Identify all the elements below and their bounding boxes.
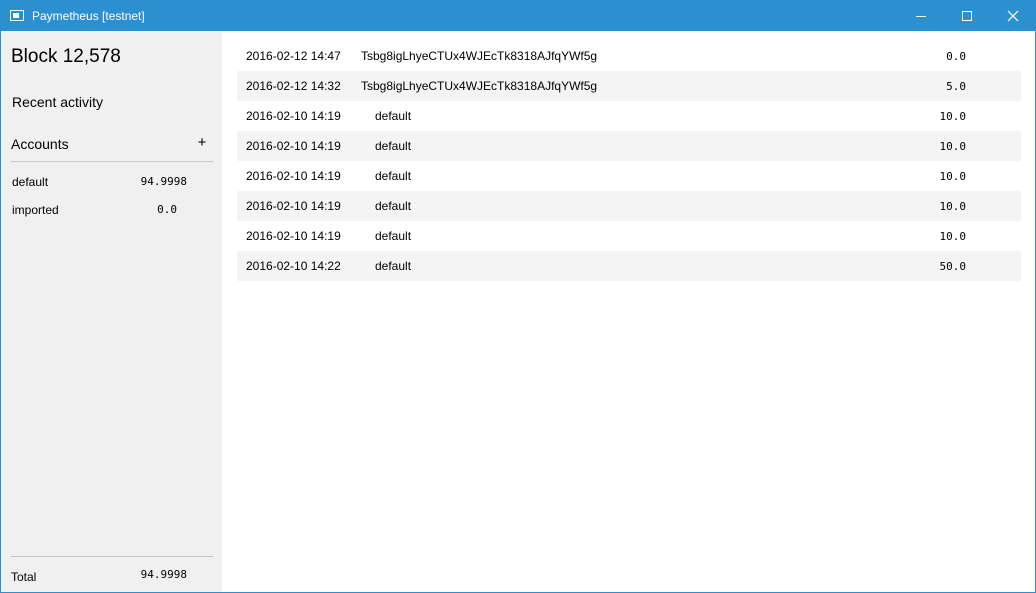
maximize-button[interactable]: [944, 1, 990, 31]
close-button[interactable]: [990, 1, 1035, 31]
transaction-panel: 2016-02-12 14:47 Tsbg8igLhyeCTUx4WJEcTk8…: [223, 32, 1035, 592]
account-balance: 94.9998: [140, 175, 187, 188]
transaction-row[interactable]: 2016-02-12 14:47 Tsbg8igLhyeCTUx4WJEcTk8…: [237, 41, 1021, 71]
transaction-row[interactable]: 2016-02-10 14:19 default 10.0: [237, 131, 1021, 161]
minimize-icon: [916, 16, 926, 17]
sidebar: Block 12,578 Recent activity Accounts + …: [1, 32, 222, 592]
transaction-account: Tsbg8igLhyeCTUx4WJEcTk8318AJfqYWf5g: [361, 79, 598, 93]
transaction-account: default: [375, 169, 412, 183]
transaction-row[interactable]: 2016-02-12 14:32 Tsbg8igLhyeCTUx4WJEcTk8…: [237, 71, 1021, 101]
transaction-account: Tsbg8igLhyeCTUx4WJEcTk8318AJfqYWf5g: [361, 49, 598, 63]
transaction-amount: 5.0: [946, 80, 966, 93]
transaction-account: default: [375, 259, 412, 273]
total-balance: 94.9998: [140, 568, 187, 581]
transaction-date: 2016-02-12 14:32: [246, 79, 341, 93]
account-name: default: [12, 175, 49, 189]
window-title: Paymetheus [testnet]: [32, 9, 145, 23]
transaction-amount: 50.0: [939, 260, 967, 273]
transaction-amount: 10.0: [939, 230, 967, 243]
account-name: imported: [12, 203, 59, 217]
app-icon: [10, 10, 24, 21]
divider: [11, 556, 213, 557]
transaction-account: default: [375, 229, 412, 243]
transaction-amount: 10.0: [939, 110, 967, 123]
transaction-row[interactable]: 2016-02-10 14:19 default 10.0: [237, 161, 1021, 191]
app-window: Paymetheus [testnet] Block 12,578 Recent…: [0, 0, 1036, 593]
transaction-date: 2016-02-10 14:19: [246, 199, 341, 213]
transaction-date: 2016-02-10 14:22: [246, 259, 341, 273]
divider: [11, 161, 213, 162]
transaction-amount: 10.0: [939, 140, 967, 153]
transaction-date: 2016-02-10 14:19: [246, 139, 341, 153]
account-balance: 0.0: [157, 203, 177, 216]
transaction-date: 2016-02-12 14:47: [246, 49, 341, 63]
transaction-date: 2016-02-10 14:19: [246, 109, 341, 123]
block-height: Block 12,578: [11, 46, 121, 67]
transaction-row[interactable]: 2016-02-10 14:19 default 10.0: [237, 191, 1021, 221]
title-bar[interactable]: Paymetheus [testnet]: [1, 1, 1035, 31]
maximize-icon: [962, 11, 972, 21]
transaction-amount: 10.0: [939, 170, 967, 183]
transaction-account: default: [375, 139, 412, 153]
account-item-imported[interactable]: imported 0.0: [1, 201, 222, 221]
transaction-row[interactable]: 2016-02-10 14:19 default 10.0: [237, 221, 1021, 251]
transaction-account: default: [375, 109, 412, 123]
recent-activity-link[interactable]: Recent activity: [12, 94, 103, 110]
account-item-default[interactable]: default 94.9998: [1, 173, 222, 193]
transaction-date: 2016-02-10 14:19: [246, 229, 341, 243]
add-account-button[interactable]: +: [195, 134, 209, 151]
total-label: Total: [11, 570, 37, 584]
close-icon: [1007, 10, 1019, 22]
transaction-amount: 10.0: [939, 200, 967, 213]
transaction-account: default: [375, 199, 412, 213]
transaction-date: 2016-02-10 14:19: [246, 169, 341, 183]
transaction-row[interactable]: 2016-02-10 14:19 default 10.0: [237, 101, 1021, 131]
transaction-amount: 0.0: [946, 50, 966, 63]
minimize-button[interactable]: [898, 1, 944, 31]
accounts-heading: Accounts: [11, 136, 69, 152]
transaction-list: 2016-02-12 14:47 Tsbg8igLhyeCTUx4WJEcTk8…: [237, 41, 1021, 281]
transaction-row[interactable]: 2016-02-10 14:22 default 50.0: [237, 251, 1021, 281]
